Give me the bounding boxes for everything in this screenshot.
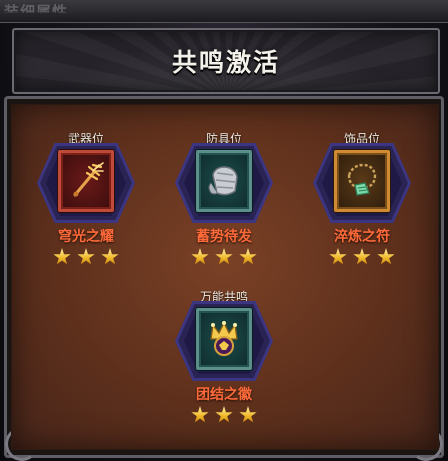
star-icon — [377, 248, 395, 265]
star-rating — [302, 248, 422, 266]
star-icon — [239, 248, 257, 265]
slot-emblem — [37, 143, 135, 223]
amulet-icon — [347, 163, 377, 196]
item-name: 穹光之耀 — [58, 229, 114, 245]
slot-armor[interactable]: 防具位 蓄势待发 — [164, 130, 284, 280]
item-name: 淬炼之符 — [334, 229, 390, 245]
item-frame[interactable] — [196, 150, 252, 212]
item-frame[interactable] — [334, 150, 390, 212]
item-frame[interactable] — [58, 150, 114, 212]
slot-accessory[interactable]: 饰品位 淬炼之符 — [302, 130, 422, 280]
star-rating — [164, 406, 284, 424]
star-icon — [239, 406, 257, 423]
top-strip: 装细属性 — [0, 0, 448, 23]
slot-emblem — [313, 143, 411, 223]
crown-emblem-icon — [210, 321, 238, 356]
star-icon — [191, 248, 209, 265]
slot-weapon[interactable]: 武器位 穹光之耀 — [26, 130, 146, 280]
star-icon — [53, 248, 71, 265]
star-icon — [215, 406, 233, 423]
slot-emblem — [175, 143, 273, 223]
header-banner: 共鸣激活 — [12, 28, 440, 94]
star-icon — [353, 248, 371, 265]
star-icon — [77, 248, 95, 265]
star-icon — [215, 248, 233, 265]
gauntlet-icon — [208, 166, 238, 196]
star-rating — [164, 248, 284, 266]
top-strip-text: 装细属性 — [4, 3, 69, 21]
star-icon — [101, 248, 119, 265]
resonance-screen: 装细属性 共鸣激活 武器位 穹光之耀 防具位 蓄势待发 饰品位 淬炼之符 万能共… — [0, 0, 448, 461]
trident-icon — [73, 162, 104, 197]
item-name: 团结之徽 — [196, 387, 252, 403]
slot-universal[interactable]: 万能共鸣 团结之徽 — [164, 288, 284, 438]
star-rating — [26, 248, 146, 266]
item-frame[interactable] — [196, 308, 252, 370]
item-name: 蓄势待发 — [196, 229, 252, 245]
star-icon — [329, 248, 347, 265]
star-icon — [191, 406, 209, 423]
page-title: 共鸣激活 — [171, 48, 280, 77]
slot-emblem — [175, 301, 273, 381]
